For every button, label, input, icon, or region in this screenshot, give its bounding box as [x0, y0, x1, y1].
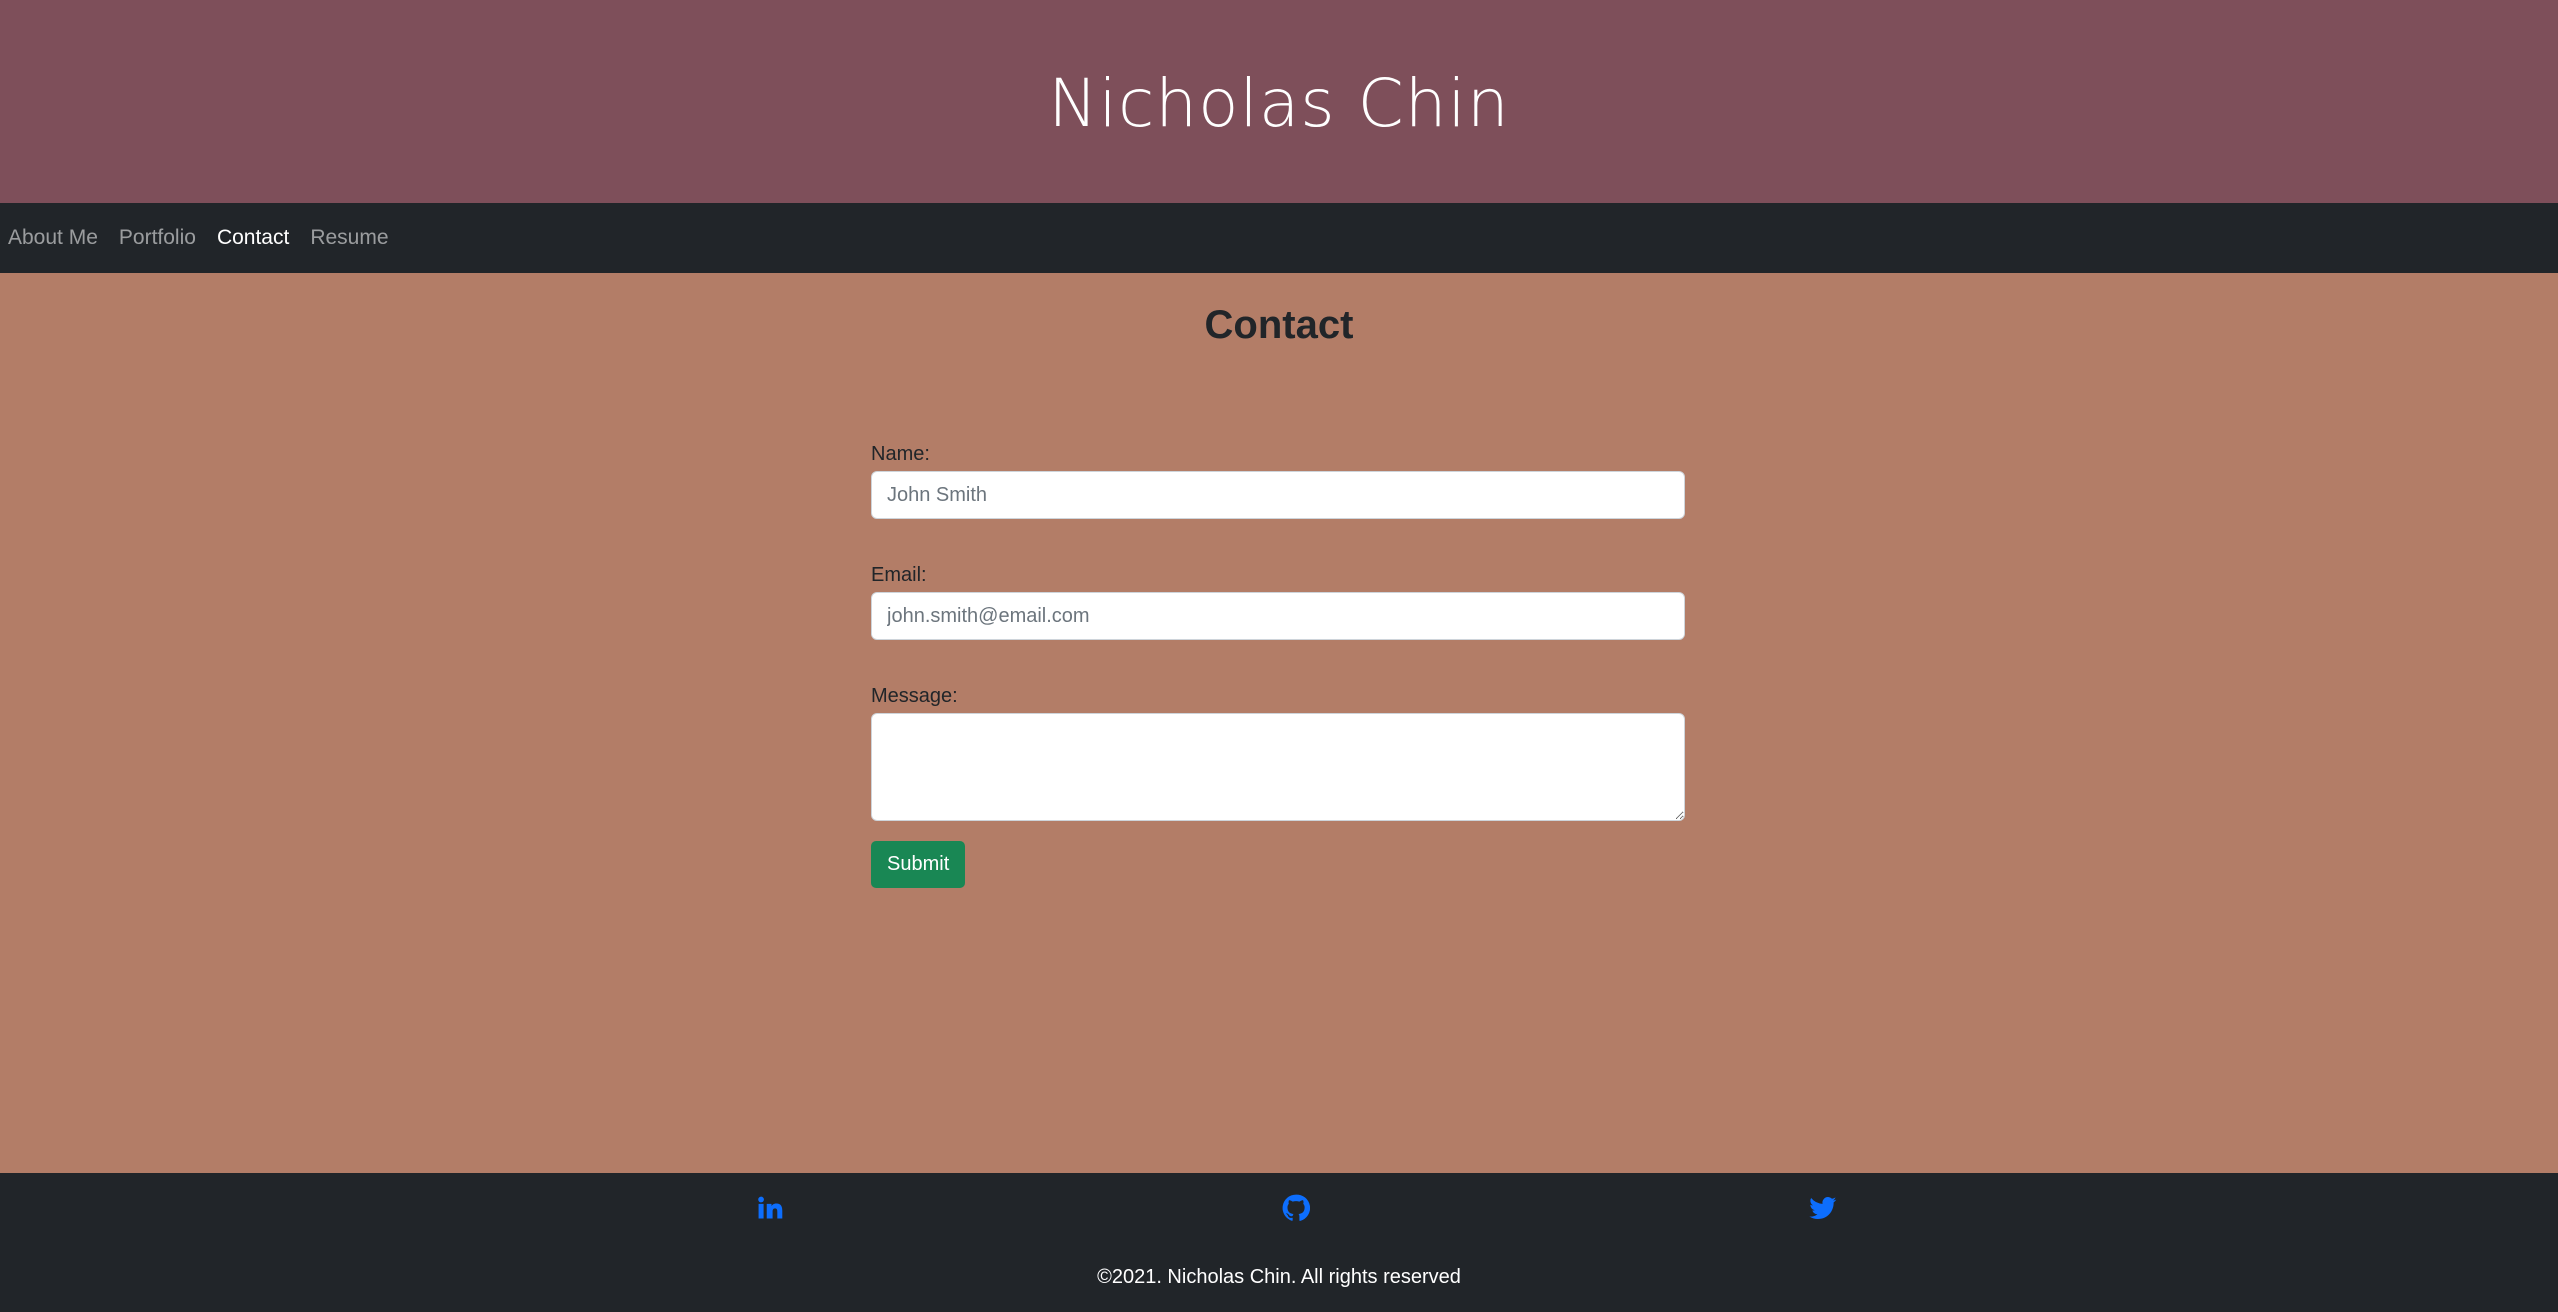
main-content: Contact Name: Email: Message: Submit — [0, 273, 2558, 1173]
email-label: Email: — [871, 564, 927, 586]
name-label: Name: — [871, 443, 930, 465]
message-label: Message: — [871, 685, 958, 707]
message-textarea[interactable] — [871, 713, 1685, 821]
nav-item-about-me[interactable]: About Me — [8, 226, 98, 250]
page-title: Contact — [1204, 303, 1354, 347]
email-field-group: Email: — [871, 564, 1685, 640]
site-header: Nicholas Chin — [0, 0, 2558, 203]
nav-item-resume[interactable]: Resume — [310, 226, 388, 250]
navbar: About Me Portfolio Contact Resume — [0, 203, 2558, 273]
email-input[interactable] — [871, 592, 1685, 640]
nav-item-portfolio[interactable]: Portfolio — [119, 226, 196, 250]
contact-form: Name: Email: Message: Submit — [871, 443, 1685, 888]
linkedin-icon[interactable] — [755, 1193, 785, 1223]
nav-item-contact[interactable]: Contact — [217, 226, 289, 250]
site-title: Nicholas Chin — [1048, 64, 1510, 142]
site-footer: ©2021. Nicholas Chin. All rights reserve… — [0, 1173, 2558, 1312]
twitter-icon[interactable] — [1808, 1193, 1838, 1223]
submit-button[interactable]: Submit — [871, 841, 966, 888]
github-icon[interactable] — [1281, 1193, 1311, 1223]
message-field-group: Message: — [871, 685, 1685, 821]
name-input[interactable] — [871, 471, 1685, 519]
name-field-group: Name: — [871, 443, 1685, 519]
copyright-text: ©2021. Nicholas Chin. All rights reserve… — [1097, 1266, 1461, 1288]
